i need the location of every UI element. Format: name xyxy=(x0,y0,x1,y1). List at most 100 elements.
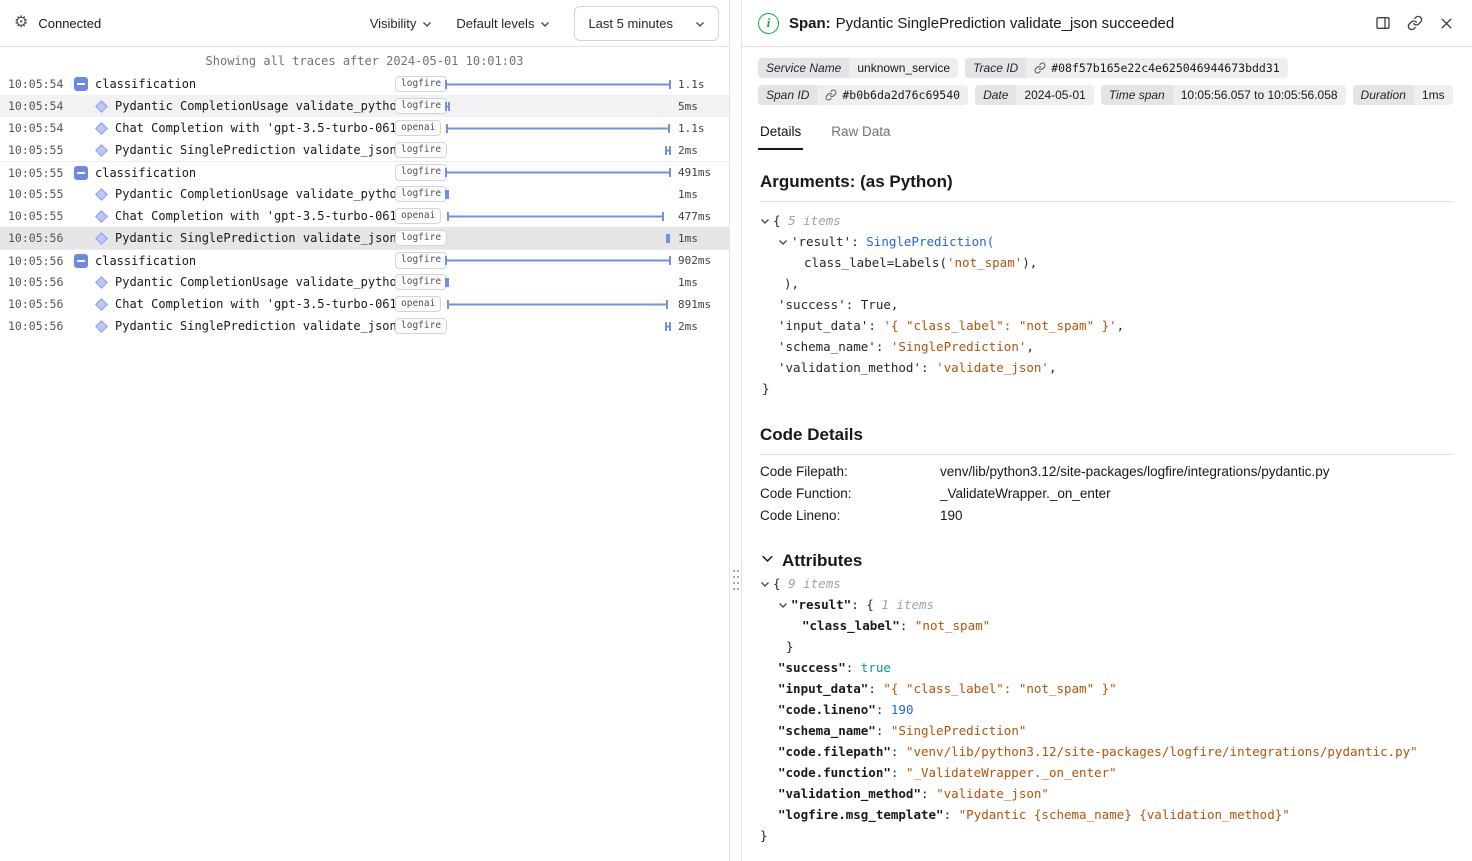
code-token: 'success' xyxy=(778,297,846,312)
attributes-header[interactable]: Attributes xyxy=(760,551,1454,571)
code-line: } xyxy=(760,636,1454,657)
code-token: 'result' xyxy=(791,234,851,249)
span-timeline xyxy=(445,315,671,337)
tree-collapse-chevron-icon[interactable] xyxy=(778,239,791,246)
traces-panel: ⚙ Connected Visibility Default levels La… xyxy=(0,0,729,861)
time-range-dropdown[interactable]: Last 5 minutes xyxy=(574,6,719,41)
tree-collapse-chevron-icon[interactable] xyxy=(760,581,773,588)
code-token: : xyxy=(876,702,891,717)
duration-bar xyxy=(445,168,671,177)
tab-details[interactable]: Details xyxy=(758,117,803,150)
section-divider xyxy=(760,454,1454,455)
scope-tag-cell: openai xyxy=(395,208,445,225)
span-timeline xyxy=(445,117,671,139)
link-icon[interactable] xyxy=(825,89,837,101)
code-token: : True, xyxy=(846,297,899,312)
duration-bar xyxy=(445,256,671,265)
default-levels-dropdown-label: Default levels xyxy=(456,16,534,31)
scope-tag: logfire xyxy=(395,164,447,181)
scope-tag: logfire xyxy=(395,252,447,269)
visibility-dropdown[interactable]: Visibility xyxy=(362,10,441,37)
trace-row[interactable]: 10:05:55Pydantic SinglePrediction valida… xyxy=(0,139,729,161)
panel-resize-handle[interactable] xyxy=(732,566,740,590)
meta-badge-value-text: #b0b6da2d76c69540 xyxy=(842,88,960,102)
scope-tag: logfire xyxy=(395,98,447,115)
trace-row[interactable]: 10:05:56Chat Completion with 'gpt-3.5-tu… xyxy=(0,293,729,315)
span-diamond-icon xyxy=(94,231,108,245)
trace-row[interactable]: 10:05:55Pydantic CompletionUsage validat… xyxy=(0,183,729,205)
trace-timestamp: 10:05:55 xyxy=(0,143,62,157)
settings-gear-icon[interactable]: ⚙ xyxy=(12,13,30,33)
code-token: "class_label" xyxy=(802,618,900,633)
code-line: 'success': True, xyxy=(760,294,1454,315)
trace-row[interactable]: 10:05:56classificationlogfire902ms xyxy=(0,249,729,271)
trace-timestamp: 10:05:56 xyxy=(0,275,62,289)
span-timeline xyxy=(445,73,671,95)
code-token: "not_spam" xyxy=(915,618,990,633)
trace-row[interactable]: 10:05:55classificationlogfire491ms xyxy=(0,161,729,183)
code-line: } xyxy=(760,825,1454,846)
trace-row[interactable]: 10:05:54classificationlogfire1.1s xyxy=(0,73,729,95)
span-timeline xyxy=(445,227,671,249)
connection-status: Connected xyxy=(38,16,101,31)
code-token: 'input_data' xyxy=(778,318,868,333)
trace-row[interactable]: 10:05:56Pydantic SinglePrediction valida… xyxy=(0,315,729,337)
code-line: ), xyxy=(760,273,1454,294)
scope-tag-cell: logfire xyxy=(395,98,445,115)
open-in-panel-icon[interactable] xyxy=(1375,15,1391,31)
code-token: 'not_spam' xyxy=(947,255,1022,270)
arguments-heading: Arguments: (as Python) xyxy=(760,172,1454,192)
duration-bar xyxy=(445,278,449,287)
copy-link-icon[interactable] xyxy=(1407,15,1423,31)
collapse-toggle-icon[interactable] xyxy=(74,166,88,180)
scope-tag: logfire xyxy=(395,186,447,203)
code-token: 1 items xyxy=(881,597,934,612)
meta-badge-label: Date xyxy=(975,85,1016,105)
duration-bar xyxy=(447,300,667,309)
meta-badge-label: Duration xyxy=(1353,85,1414,105)
close-icon[interactable] xyxy=(1439,16,1454,31)
arguments-code-block: { 5 items'result': SinglePrediction(clas… xyxy=(760,208,1454,403)
tree-collapse-chevron-icon[interactable] xyxy=(778,602,791,609)
code-token: "Pydantic {schema_name} {validation_meth… xyxy=(959,807,1290,822)
traces-list-header: Showing all traces after 2024-05-01 10:0… xyxy=(0,47,729,73)
span-diamond-icon xyxy=(94,297,108,311)
meta-badge-value: #08f57b165e22c4e625046944673bdd31 xyxy=(1026,58,1287,78)
code-token: : xyxy=(921,786,936,801)
span-timeline xyxy=(445,205,671,227)
span-duration: 477ms xyxy=(671,210,729,223)
code-token: } xyxy=(786,639,794,654)
code-line: class_label=Labels('not_spam'), xyxy=(760,252,1454,273)
scope-tag-cell: logfire xyxy=(395,252,445,269)
collapse-toggle-icon[interactable] xyxy=(74,254,88,268)
trace-row[interactable]: 10:05:56Pydantic SinglePrediction valida… xyxy=(0,227,729,249)
span-title-text: Pydantic SinglePrediction validate_json … xyxy=(836,15,1175,32)
trace-row[interactable]: 10:05:55Chat Completion with 'gpt-3.5-tu… xyxy=(0,205,729,227)
default-levels-dropdown[interactable]: Default levels xyxy=(448,10,558,37)
span-duration: 5ms xyxy=(671,100,729,113)
code-token: 'validation_method' xyxy=(778,360,921,375)
code-token: : xyxy=(876,339,891,354)
code-token: 190 xyxy=(891,702,914,717)
span-duration: 902ms xyxy=(671,254,729,267)
code-token: : xyxy=(891,744,906,759)
trace-row[interactable]: 10:05:54Pydantic CompletionUsage validat… xyxy=(0,95,729,117)
span-name: classification xyxy=(95,166,395,180)
collapse-toggle-icon[interactable] xyxy=(74,77,88,91)
tree-collapse-chevron-icon[interactable] xyxy=(760,218,773,225)
scope-tag: logfire xyxy=(395,318,447,335)
code-token: "schema_name" xyxy=(778,723,876,738)
tab-raw-data[interactable]: Raw Data xyxy=(829,117,892,150)
trace-row[interactable]: 10:05:56Pydantic CompletionUsage validat… xyxy=(0,271,729,293)
trace-row[interactable]: 10:05:54Chat Completion with 'gpt-3.5-tu… xyxy=(0,117,729,139)
code-detail-row: Code Function:_ValidateWrapper._on_enter xyxy=(760,483,1454,505)
code-token: true xyxy=(861,660,891,675)
span-duration: 1ms xyxy=(671,232,729,245)
span-diamond-icon xyxy=(94,99,108,113)
scope-tag-cell: logfire xyxy=(395,164,445,181)
meta-badge-value: unknown_service xyxy=(849,58,958,78)
chevron-down-icon xyxy=(695,16,705,31)
span-name: Chat Completion with 'gpt-3.5-turbo-061 xyxy=(115,121,395,135)
link-icon[interactable] xyxy=(1034,62,1046,74)
attributes-collapse-chevron-icon[interactable] xyxy=(760,551,775,571)
